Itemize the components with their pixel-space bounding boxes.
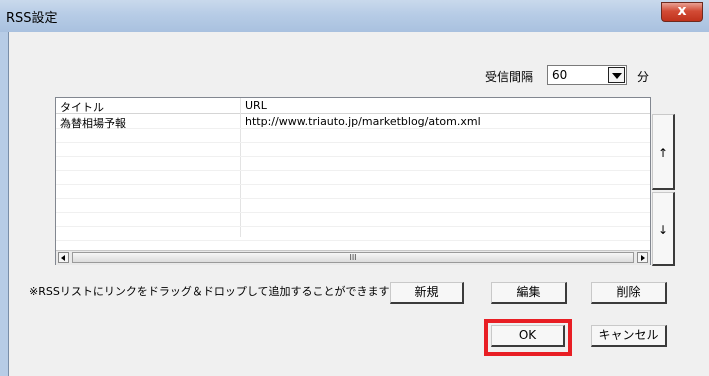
- cancel-button-label: キャンセル: [598, 328, 659, 342]
- row-divider: [56, 240, 650, 241]
- interval-label: 受信間隔: [485, 70, 534, 84]
- interval-value: 60: [552, 68, 568, 82]
- list-header: タイトル URL: [56, 98, 650, 114]
- interval-unit: 分: [637, 70, 650, 84]
- row-title: 為替相場予報: [60, 117, 126, 130]
- row-divider: [56, 156, 650, 157]
- dialog-body: 受信間隔 60 分 タイトル URL 為替相場予報 http://www.tri…: [8, 32, 709, 376]
- close-icon: x: [677, 3, 687, 19]
- row-divider: [56, 170, 650, 171]
- window-frame-left: [0, 32, 8, 376]
- close-button[interactable]: x: [661, 2, 703, 22]
- table-row[interactable]: 為替相場予報 http://www.triauto.jp/marketblog/…: [56, 114, 650, 130]
- edit-button-label: 編集: [516, 285, 541, 299]
- interval-select[interactable]: 60: [547, 65, 627, 85]
- delete-button[interactable]: 削除: [591, 282, 667, 304]
- scroll-grip-icon: III: [349, 253, 357, 262]
- window-title: RSS設定: [6, 11, 58, 26]
- rss-list[interactable]: タイトル URL 為替相場予報 http://www.triauto.jp/ma…: [55, 97, 651, 265]
- scroll-right-icon: [641, 255, 645, 261]
- scroll-thumb[interactable]: III: [72, 252, 634, 263]
- arrow-up-icon: ↑: [657, 146, 669, 160]
- scroll-left-icon: [61, 255, 65, 261]
- cancel-button[interactable]: キャンセル: [591, 325, 667, 347]
- row-url: http://www.triauto.jp/marketblog/atom.xm…: [245, 115, 481, 128]
- new-button[interactable]: 新規: [390, 282, 464, 304]
- column-header-title[interactable]: タイトル: [60, 99, 104, 115]
- edit-button[interactable]: 編集: [491, 282, 567, 304]
- column-header-url[interactable]: URL: [245, 99, 267, 112]
- row-divider: [56, 184, 650, 185]
- title-bar: RSS設定 x: [0, 0, 709, 32]
- arrow-down-icon: ↓: [657, 223, 669, 237]
- move-up-button[interactable]: ↑: [652, 114, 675, 190]
- chevron-down-icon: [612, 73, 622, 79]
- delete-button-label: 削除: [616, 285, 641, 299]
- row-divider: [56, 128, 650, 129]
- horizontal-scrollbar[interactable]: III: [56, 250, 650, 265]
- ok-highlight-frame: [484, 319, 572, 356]
- row-divider: [56, 198, 650, 199]
- new-button-label: 新規: [414, 285, 439, 299]
- move-down-button[interactable]: ↓: [652, 192, 675, 266]
- scroll-left-button[interactable]: [58, 252, 69, 263]
- drag-drop-hint: ※RSSリストにリンクをドラッグ＆ドロップして追加することができます: [29, 285, 390, 298]
- interval-dropdown-button[interactable]: [608, 67, 625, 83]
- row-divider: [56, 212, 650, 213]
- scroll-right-button[interactable]: [637, 252, 648, 263]
- row-divider: [56, 226, 650, 227]
- row-divider: [56, 142, 650, 143]
